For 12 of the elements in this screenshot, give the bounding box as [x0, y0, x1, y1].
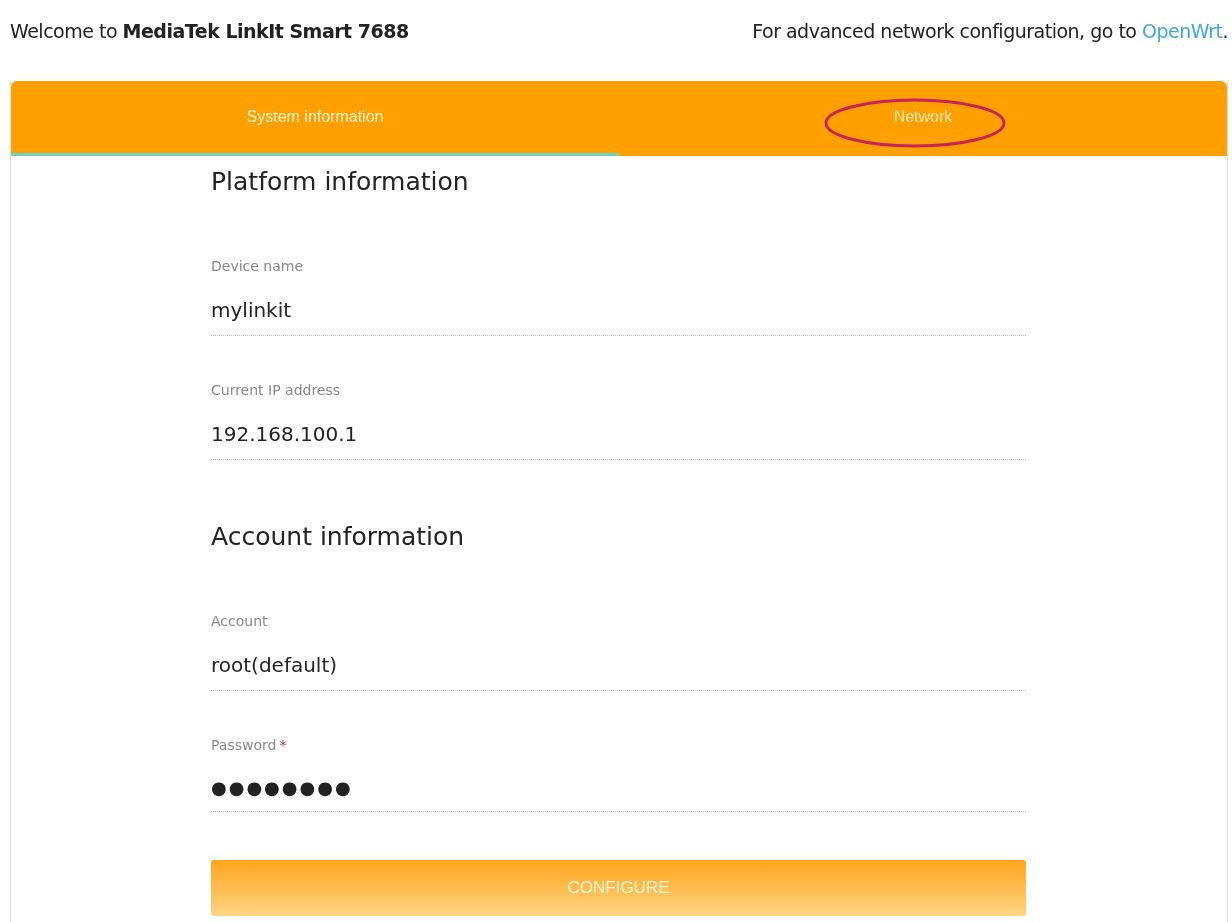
field-label: Password *	[211, 737, 288, 753]
input-field[interactable]: root(default)	[211, 653, 1026, 691]
field-label: Current IP address	[211, 382, 342, 398]
section-heading: Account information	[211, 522, 466, 551]
password-field[interactable]: ●●●●●●●●	[211, 777, 1026, 812]
welcome-text: Welcome to MediaTek LinkIt Smart 7688	[10, 20, 409, 44]
advanced-text: For advanced network configuration, go to OpenWrt.	[752, 20, 1228, 44]
section-heading: Platform information	[211, 167, 470, 196]
input-field[interactable]: 192.168.100.1	[211, 422, 1026, 460]
input-field[interactable]: mylinkit	[211, 298, 1026, 336]
field-label: Device name	[211, 258, 305, 274]
field-label: Account	[211, 613, 269, 629]
